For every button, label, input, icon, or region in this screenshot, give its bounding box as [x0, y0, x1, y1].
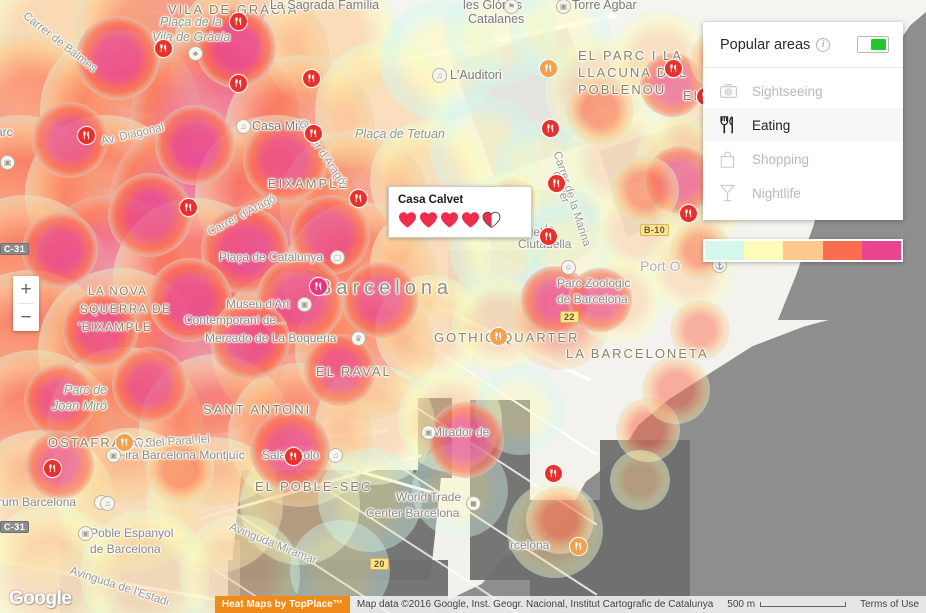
shopping-bag-icon	[720, 151, 746, 168]
terms-of-use-link[interactable]: Terms of Use	[853, 596, 926, 613]
map-data-attribution: Map data ©2016 Google, Inst. Geogr. Naci…	[349, 596, 721, 613]
category-item-eating[interactable]: Eating	[703, 108, 903, 142]
legend-swatch-3	[822, 241, 862, 260]
zoom-in-button[interactable]: +	[13, 276, 39, 303]
heart-full-icon	[462, 212, 479, 228]
place-tooltip: Casa Calvet	[388, 186, 532, 238]
legend-swatch-4	[861, 241, 902, 260]
poi-icon: ▣	[0, 155, 15, 170]
scale-bar-line	[760, 602, 847, 607]
restaurant-marker[interactable]	[350, 190, 367, 207]
restaurant-marker[interactable]	[490, 328, 507, 345]
trade-center-poi-icon: ◼	[466, 496, 481, 511]
fair-poi-icon: ▣	[106, 448, 121, 463]
restaurant-marker[interactable]	[230, 13, 247, 30]
fork-knife-icon	[720, 116, 746, 134]
shop-poi-icon: ▢	[330, 250, 345, 265]
zoom-controls[interactable]: + −	[13, 276, 39, 331]
category-label: Nightlife	[752, 185, 801, 201]
restaurant-marker[interactable]	[545, 465, 562, 482]
restaurant-marker[interactable]	[542, 120, 559, 137]
restaurant-marker[interactable]	[540, 228, 557, 245]
zoo-poi-icon: ☺	[561, 260, 576, 275]
legend-swatch-1	[744, 241, 784, 260]
village-poi-icon: ▣	[78, 526, 93, 541]
legend-swatch-2	[783, 241, 823, 260]
heart-full-icon	[420, 212, 437, 228]
category-item-nightlife[interactable]: Nightlife	[703, 176, 903, 210]
club-poi-icon: ♫	[328, 448, 343, 463]
poi-icon: ♫	[100, 496, 115, 511]
restaurant-marker[interactable]	[44, 460, 61, 477]
legend-swatch-0	[705, 241, 745, 260]
category-item-shopping[interactable]: Shopping	[703, 142, 903, 176]
restaurant-marker[interactable]	[116, 434, 133, 451]
topplace-badge[interactable]: Heat Maps by TopPlace™	[214, 596, 350, 613]
park-gracia	[110, 15, 200, 60]
market-poi-icon: ♛	[351, 331, 366, 346]
popular-areas-toggle[interactable]	[857, 36, 889, 53]
category-label: Eating	[752, 117, 791, 133]
restaurant-marker[interactable]	[305, 125, 322, 142]
restaurant-marker[interactable]	[180, 199, 197, 216]
restaurant-marker[interactable]	[230, 75, 247, 92]
zoom-out-button[interactable]: −	[13, 304, 39, 331]
road-shield: 22	[560, 311, 579, 323]
map-scale: 500 m	[720, 596, 854, 613]
panel-title: Popular areas	[720, 36, 811, 53]
viewpoint-poi-icon: ▣	[421, 425, 436, 440]
restaurant-marker[interactable]	[155, 40, 172, 57]
road-shield: 20	[370, 558, 389, 570]
park-joan-miro	[30, 372, 150, 434]
port-block	[470, 400, 530, 580]
restaurant-marker[interactable]	[548, 175, 565, 192]
restaurant-marker[interactable]	[303, 70, 320, 87]
heart-half-icon	[482, 211, 501, 229]
park-poi-icon: ♣	[188, 46, 203, 61]
road-shield: C-31	[0, 243, 30, 255]
landmark-poi-icon: ♫	[236, 119, 251, 134]
popular-areas-panel: Popular areas i Sightseeing Eating Shoppin…	[703, 22, 903, 220]
road-shield: B-10	[640, 224, 670, 236]
restaurant-marker[interactable]	[680, 205, 697, 222]
restaurant-marker[interactable]	[285, 448, 302, 465]
road-shield: C-31	[0, 521, 30, 533]
heatmap-legend	[703, 239, 903, 262]
map-application: VILA DE GRÀCIA EL PARC I LA LLACUNA DEL POB…	[0, 0, 926, 613]
category-item-sightseeing[interactable]: Sightseeing	[703, 74, 903, 108]
heart-full-icon	[399, 212, 416, 228]
restaurant-marker[interactable]	[78, 127, 95, 144]
category-label: Sightseeing	[752, 83, 823, 99]
heart-full-icon	[441, 212, 458, 228]
rating-hearts	[398, 211, 522, 229]
port-block	[600, 440, 690, 610]
restaurant-marker[interactable]	[540, 60, 557, 77]
toggle-knob	[871, 39, 886, 50]
music-poi-icon: ♫	[432, 68, 447, 83]
restaurant-marker[interactable]	[570, 538, 587, 555]
cocktail-glass-icon	[720, 184, 746, 202]
restaurant-marker[interactable]	[310, 278, 327, 295]
camera-icon	[720, 84, 746, 98]
category-label: Shopping	[752, 151, 810, 167]
category-list[interactable]: Sightseeing Eating Shopping Nightlife	[703, 68, 903, 220]
tooltip-title: Casa Calvet	[398, 194, 464, 206]
panel-header: Popular areas i	[703, 22, 903, 68]
scale-label: 500 m	[727, 599, 756, 610]
museum-poi-icon: ▣	[297, 297, 312, 312]
info-icon[interactable]: i	[816, 37, 831, 52]
restaurant-marker[interactable]	[665, 60, 682, 77]
